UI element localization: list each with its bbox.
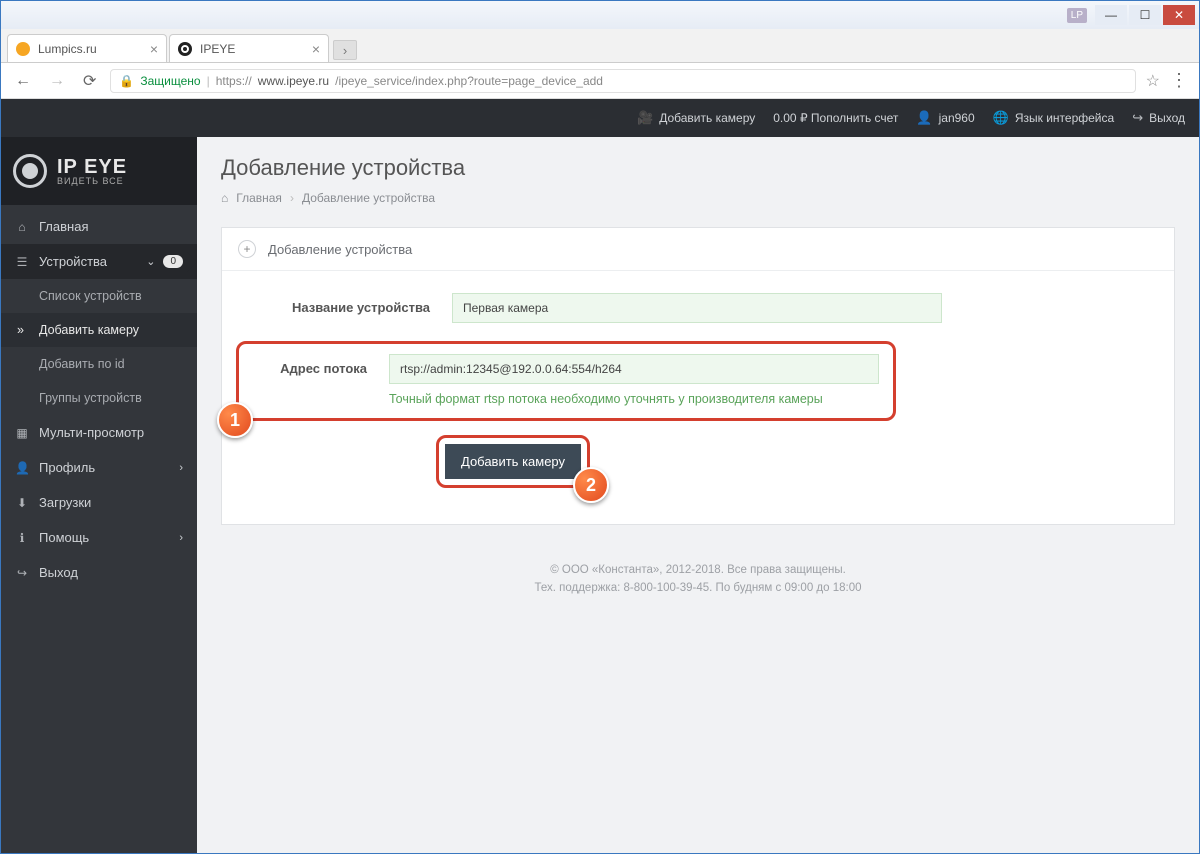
stream-help-text: Точный формат rtsp потока необходимо уто… [389, 392, 879, 406]
topbar-logout[interactable]: ↪Выход [1132, 110, 1185, 126]
browser-addressbar: ← → ⟳ 🔒 Защищено | https://www.ipeye.ru/… [1, 63, 1199, 99]
window-close-button[interactable]: ✕ [1163, 5, 1195, 25]
chevron-down-icon: ⌄ [146, 255, 155, 268]
footer: © ООО «Константа», 2012-2018. Все права … [197, 549, 1199, 618]
sidebar-item-add-camera[interactable]: Добавить камеру [1, 313, 197, 347]
url-path: /ipeye_service/index.php?route=page_devi… [335, 74, 603, 88]
back-button[interactable]: ← [11, 68, 35, 94]
list-icon: ☰ [15, 255, 29, 269]
grid-icon: ▦ [15, 426, 29, 440]
home-icon: ⌂ [221, 191, 228, 205]
logo[interactable]: IP EYE ВИДЕТЬ ВСЕ [1, 137, 197, 205]
stream-address-label: Адрес потока [253, 354, 389, 376]
sidebar-item-profile[interactable]: 👤Профиль› [1, 450, 197, 485]
browser-tab[interactable]: IPEYE × [169, 34, 329, 62]
logo-eye-icon [13, 154, 47, 188]
breadcrumb-current: Добавление устройства [302, 191, 435, 205]
form-row-stream: Адрес потока Точный формат rtsp потока н… [253, 354, 879, 406]
download-icon: ⬇ [15, 496, 29, 510]
favicon-icon [178, 42, 192, 56]
secure-label: Защищено [140, 74, 200, 88]
new-tab-button[interactable]: › [333, 40, 357, 60]
topbar-language[interactable]: 🌐Язык интерфейса [993, 110, 1115, 126]
sidebar-item-device-list[interactable]: Список устройств [1, 279, 197, 313]
app-root: 🎥Добавить камеру 0.00 ₽ Пополнить счет 👤… [1, 99, 1199, 853]
topbar-user[interactable]: 👤jan960 [916, 110, 974, 126]
user-icon: 👤 [916, 110, 932, 126]
camera-icon: 🎥 [637, 110, 653, 126]
url-host: www.ipeye.ru [258, 74, 329, 88]
url-input[interactable]: 🔒 Защищено | https://www.ipeye.ru/ipeye_… [110, 69, 1135, 93]
app-body: IP EYE ВИДЕТЬ ВСЕ ⌂Главная ☰Устройства ⌄… [1, 137, 1199, 853]
window-frame: LP — ☐ ✕ Lumpics.ru × IPEYE × › ← → ⟳ 🔒 … [0, 0, 1200, 854]
stream-address-input[interactable] [389, 354, 879, 384]
tab-title: IPEYE [200, 42, 304, 56]
reload-button[interactable]: ⟳ [79, 67, 100, 95]
logo-subtitle: ВИДЕТЬ ВСЕ [57, 177, 127, 186]
bookmark-icon[interactable]: ☆ [1146, 71, 1160, 91]
form-row-name: Название устройства [252, 293, 1144, 323]
sidebar-nav: ⌂Главная ☰Устройства ⌄0 Список устройств… [1, 205, 197, 853]
panel-body: Название устройства Адрес потока Точный … [222, 271, 1174, 524]
page-title: Добавление устройства [221, 155, 1175, 181]
page-header: Добавление устройства ⌂ Главная › Добавл… [197, 137, 1199, 215]
globe-icon: 🌐 [993, 110, 1009, 126]
content: Добавление устройства ⌂ Главная › Добавл… [197, 137, 1199, 853]
sidebar-item-help[interactable]: ℹПомощь› [1, 520, 197, 555]
window-titlebar: LP — ☐ ✕ [1, 1, 1199, 29]
chevron-right-icon: › [290, 191, 294, 205]
app-topbar: 🎥Добавить камеру 0.00 ₽ Пополнить счет 👤… [1, 99, 1199, 137]
sidebar-item-logout[interactable]: ↪Выход [1, 555, 197, 590]
sidebar-item-multiview[interactable]: ▦Мульти-просмотр [1, 415, 197, 450]
window-badge: LP [1067, 8, 1087, 23]
callout-badge-1: 1 [217, 402, 253, 438]
favicon-icon [16, 42, 30, 56]
footer-copyright: © ООО «Константа», 2012-2018. Все права … [197, 561, 1199, 579]
user-icon: 👤 [15, 461, 29, 475]
window-minimize-button[interactable]: — [1095, 5, 1127, 25]
chevron-right-icon: › [179, 462, 183, 474]
logo-title: IP EYE [57, 157, 127, 177]
home-icon: ⌂ [15, 220, 29, 234]
sidebar-item-devices[interactable]: ☰Устройства ⌄0 [1, 244, 197, 279]
lock-icon: 🔒 [119, 74, 134, 88]
forward-button[interactable]: → [45, 68, 69, 94]
device-name-input[interactable] [452, 293, 942, 323]
footer-support: Тех. поддержка: 8-800-100-39-45. По будн… [197, 579, 1199, 597]
window-maximize-button[interactable]: ☐ [1129, 5, 1161, 25]
browser-tabstrip: Lumpics.ru × IPEYE × › [1, 29, 1199, 63]
url-proto: https:// [216, 74, 252, 88]
logout-icon: ↪ [1132, 110, 1143, 126]
logout-icon: ↪ [15, 566, 29, 580]
sidebar-item-home[interactable]: ⌂Главная [1, 209, 197, 244]
sidebar-item-device-groups[interactable]: Группы устройств [1, 381, 197, 415]
tab-close-icon[interactable]: × [150, 41, 158, 57]
panel-add-device: + Добавление устройства Название устройс… [221, 227, 1175, 525]
sidebar-item-downloads[interactable]: ⬇Загрузки [1, 485, 197, 520]
info-icon: ℹ [15, 531, 29, 545]
topbar-balance[interactable]: 0.00 ₽ Пополнить счет [773, 111, 898, 125]
plus-icon[interactable]: + [238, 240, 256, 258]
breadcrumb: ⌂ Главная › Добавление устройства [221, 191, 1175, 205]
topbar-add-camera[interactable]: 🎥Добавить камеру [637, 110, 755, 126]
devices-badge: 0 [163, 255, 183, 268]
callout-badge-2: 2 [573, 467, 609, 503]
device-name-label: Название устройства [252, 293, 452, 315]
sidebar-item-add-by-id[interactable]: Добавить по id [1, 347, 197, 381]
panel-title: Добавление устройства [268, 242, 412, 257]
highlight-submit: Добавить камеру 2 [436, 435, 590, 488]
sidebar: IP EYE ВИДЕТЬ ВСЕ ⌂Главная ☰Устройства ⌄… [1, 137, 197, 853]
tab-title: Lumpics.ru [38, 42, 142, 56]
tab-close-icon[interactable]: × [312, 41, 320, 57]
add-camera-button[interactable]: Добавить камеру [445, 444, 581, 479]
highlight-stream: Адрес потока Точный формат rtsp потока н… [236, 341, 896, 421]
panel-header: + Добавление устройства [222, 228, 1174, 271]
breadcrumb-home[interactable]: Главная [236, 191, 282, 205]
browser-menu-icon[interactable]: ⋮ [1170, 70, 1189, 91]
chevron-right-icon: › [179, 532, 183, 544]
browser-tab[interactable]: Lumpics.ru × [7, 34, 167, 62]
